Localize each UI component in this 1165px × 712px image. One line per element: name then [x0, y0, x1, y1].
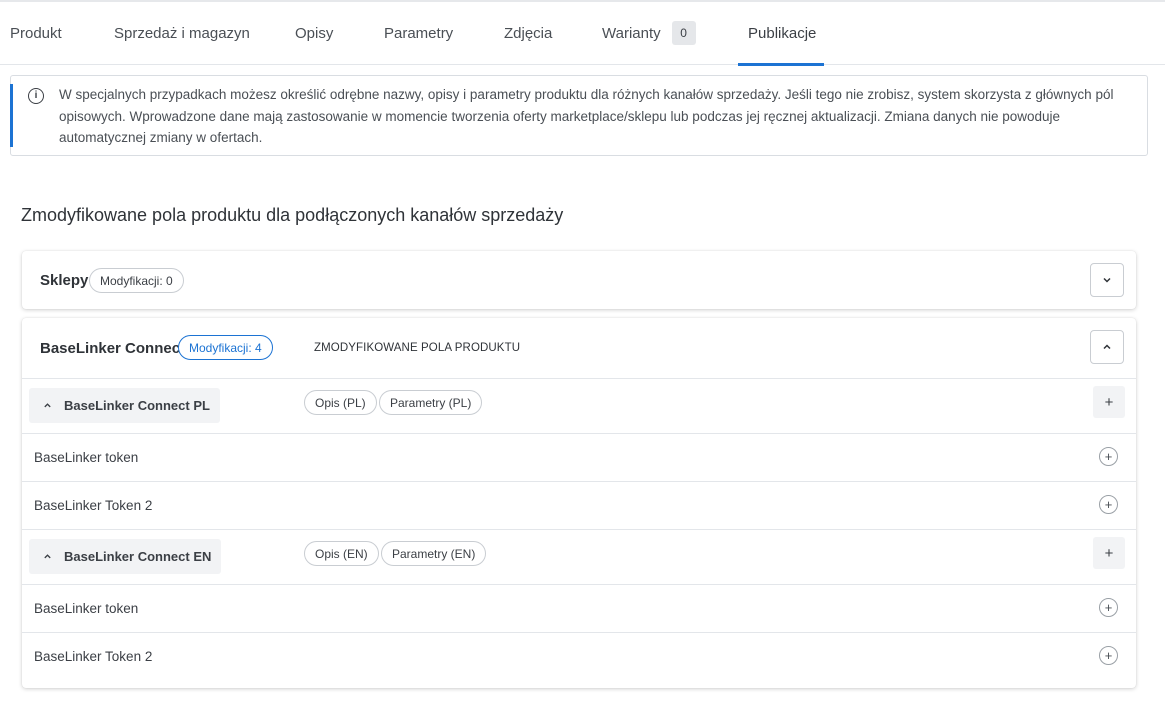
- field-row-label: BaseLinker Token 2: [34, 649, 153, 664]
- divider: [22, 481, 1136, 482]
- group-name: BaseLinker Connect EN: [64, 549, 212, 564]
- baselinker-modifications-badge: Modyfikacji: 4: [178, 335, 273, 360]
- sklepy-expand-button[interactable]: [1090, 263, 1124, 297]
- add-field-button-en[interactable]: +: [1093, 537, 1125, 569]
- sklepy-title: Sklepy: [40, 272, 89, 289]
- tag-parametry-pl[interactable]: Parametry (PL): [379, 390, 483, 415]
- divider: [22, 378, 1136, 379]
- tab-label: Zdjęcia: [504, 24, 553, 42]
- divider: [22, 433, 1136, 434]
- tag-opis-pl[interactable]: Opis (PL): [304, 390, 377, 415]
- tag-opis-en[interactable]: Opis (EN): [304, 541, 379, 566]
- group-toggle-pl[interactable]: BaseLinker Connect PL: [29, 388, 220, 423]
- tab-warianty[interactable]: Warianty 0: [602, 2, 696, 64]
- divider: [22, 632, 1136, 633]
- tab-label: Parametry: [384, 24, 454, 42]
- add-field-button-pl[interactable]: +: [1093, 386, 1125, 418]
- baselinker-connect-card: BaseLinker Connect Modyfikacji: 4 ZMODYF…: [22, 318, 1136, 688]
- chevron-down-icon: [1103, 277, 1111, 283]
- add-circle-icon[interactable]: +: [1099, 447, 1118, 466]
- chevron-up-icon: [43, 401, 52, 410]
- add-circle-icon[interactable]: +: [1099, 646, 1118, 665]
- tab-label: Produkt: [10, 24, 62, 42]
- section-title: Zmodyfikowane pola produktu dla podłączo…: [21, 205, 564, 225]
- group-toggle-en[interactable]: BaseLinker Connect EN: [29, 539, 222, 574]
- chevron-up-icon: [1103, 344, 1111, 350]
- tag-parametry-en[interactable]: Parametry (EN): [381, 541, 487, 566]
- baselinker-collapse-button[interactable]: [1090, 330, 1124, 364]
- tab-publikacje[interactable]: Publikacje: [748, 2, 816, 64]
- field-row-label: BaseLinker token: [34, 450, 139, 465]
- tab-parametry[interactable]: Parametry: [384, 2, 453, 64]
- info-accent-bar: [10, 84, 13, 147]
- baselinker-title: BaseLinker Connect: [40, 340, 186, 357]
- tab-label: Sprzedaż i magazyn: [114, 24, 250, 42]
- chevron-up-icon: [43, 552, 52, 561]
- field-row-label: BaseLinker Token 2: [34, 498, 153, 513]
- field-row-label: BaseLinker token: [34, 601, 139, 616]
- tab-bar: Produkt Sprzedaż i magazyn Opisy Paramet…: [0, 2, 1165, 66]
- add-circle-icon[interactable]: +: [1099, 495, 1118, 514]
- tab-label: Publikacje: [748, 24, 817, 42]
- modified-fields-caption: ZMODYFIKOWANE POLA PRODUKTU: [314, 342, 521, 354]
- tab-sprzedaz-i-magazyn[interactable]: Sprzedaż i magazyn: [114, 2, 250, 64]
- info-text: W specjalnych przypadkach możesz określi…: [59, 87, 1114, 145]
- sklepy-modifications-badge: Modyfikacji: 0: [89, 268, 184, 293]
- tab-produkt[interactable]: Produkt: [10, 2, 62, 64]
- divider: [22, 584, 1136, 585]
- tab-opisy[interactable]: Opisy: [295, 2, 333, 64]
- divider: [22, 529, 1136, 530]
- tab-label: Opisy: [295, 24, 334, 42]
- add-circle-icon[interactable]: +: [1099, 598, 1118, 617]
- group-name: BaseLinker Connect PL: [64, 398, 210, 413]
- tab-label: Warianty: [602, 24, 661, 42]
- info-alert: i W specjalnych przypadkach możesz okreś…: [10, 75, 1148, 156]
- warianty-count-badge: 0: [671, 21, 696, 45]
- active-tab-indicator: [738, 63, 824, 66]
- info-icon: i: [28, 88, 44, 104]
- sklepy-card: Sklepy Modyfikacji: 0: [22, 251, 1136, 309]
- tab-zdjecia[interactable]: Zdjęcia: [504, 2, 552, 64]
